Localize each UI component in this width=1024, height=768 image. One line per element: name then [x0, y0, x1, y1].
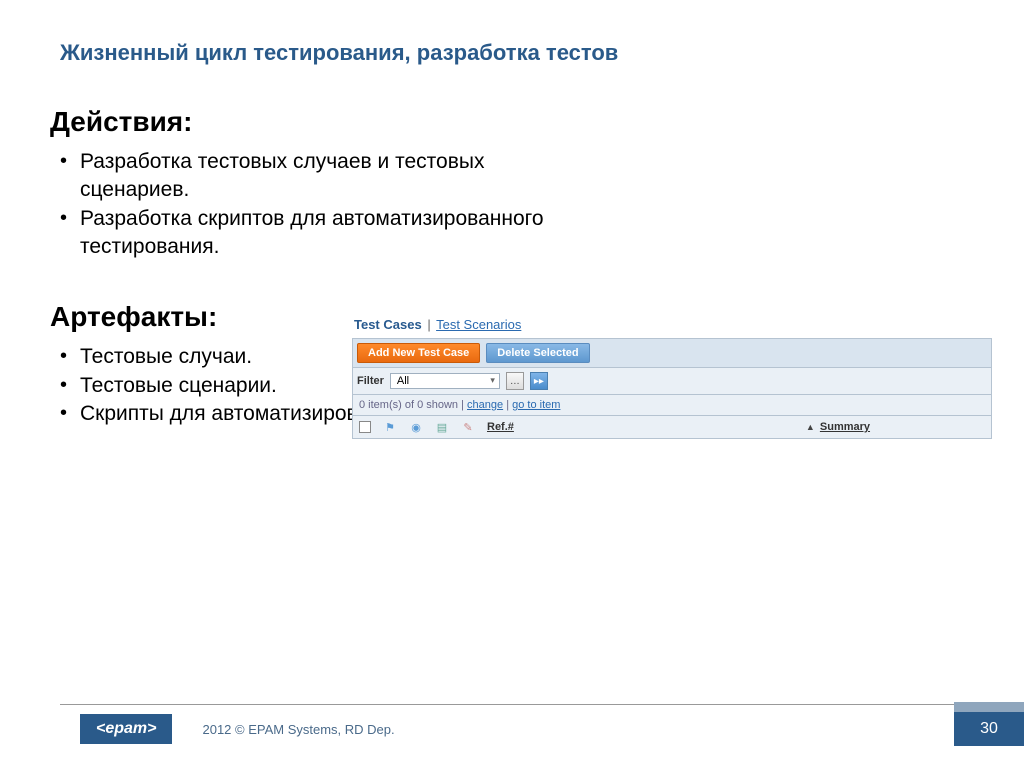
- filter-select[interactable]: All: [390, 373, 500, 389]
- footer: <epam> 2012 © EPAM Systems, RD Dep. 30: [0, 712, 1024, 746]
- toolbar-primary: Add New Test Case Delete Selected: [352, 338, 992, 368]
- column-summary: Summary: [820, 421, 870, 433]
- filter-more-button[interactable]: …: [506, 372, 524, 390]
- list-item: Разработка тестовых случаев и тестовых с…: [50, 148, 570, 205]
- slide-title: Жизненный цикл тестирования, разработка …: [0, 0, 1024, 66]
- status-bar: 0 item(s) of 0 shown | change | go to it…: [352, 395, 992, 416]
- document-icon: ▤: [435, 420, 449, 434]
- select-all-checkbox[interactable]: [359, 421, 371, 433]
- tab-test-cases[interactable]: Test Cases: [354, 317, 422, 332]
- toolbar-filter: Filter All … ▸▸: [352, 368, 992, 395]
- list-item: Разработка скриптов для автоматизированн…: [50, 205, 570, 262]
- status-count: 0 item(s) of 0 shown: [359, 399, 458, 411]
- tab-separator: |: [425, 317, 432, 332]
- change-link[interactable]: change: [467, 399, 503, 411]
- epam-logo: <epam>: [80, 714, 172, 744]
- flag-icon: ⚑: [383, 420, 397, 434]
- column-ref[interactable]: Ref.#: [487, 421, 514, 433]
- test-cases-panel: Test Cases | Test Scenarios Add New Test…: [352, 315, 992, 439]
- tabs: Test Cases | Test Scenarios: [352, 315, 992, 338]
- copyright: 2012 © EPAM Systems, RD Dep.: [202, 722, 394, 737]
- add-new-test-case-button[interactable]: Add New Test Case: [357, 343, 480, 363]
- actions-list: Разработка тестовых случаев и тестовых с…: [50, 148, 1024, 261]
- sort-asc-icon: ▲: [806, 422, 815, 432]
- go-to-item-link[interactable]: go to item: [512, 399, 560, 411]
- filter-go-button[interactable]: ▸▸: [530, 372, 548, 390]
- tab-test-scenarios[interactable]: Test Scenarios: [436, 317, 521, 332]
- delete-selected-button[interactable]: Delete Selected: [486, 343, 589, 363]
- actions-heading: Действия:: [50, 106, 1024, 138]
- footer-divider: [60, 704, 984, 705]
- page-number: 30: [954, 712, 1024, 746]
- attachment-icon: ✎: [461, 420, 475, 434]
- column-summary-wrap[interactable]: ▲ Summary: [806, 421, 870, 433]
- bullet-icon: ◉: [409, 420, 423, 434]
- table-header: ⚑ ◉ ▤ ✎ Ref.# ▲ Summary: [352, 416, 992, 439]
- filter-label: Filter: [357, 375, 384, 387]
